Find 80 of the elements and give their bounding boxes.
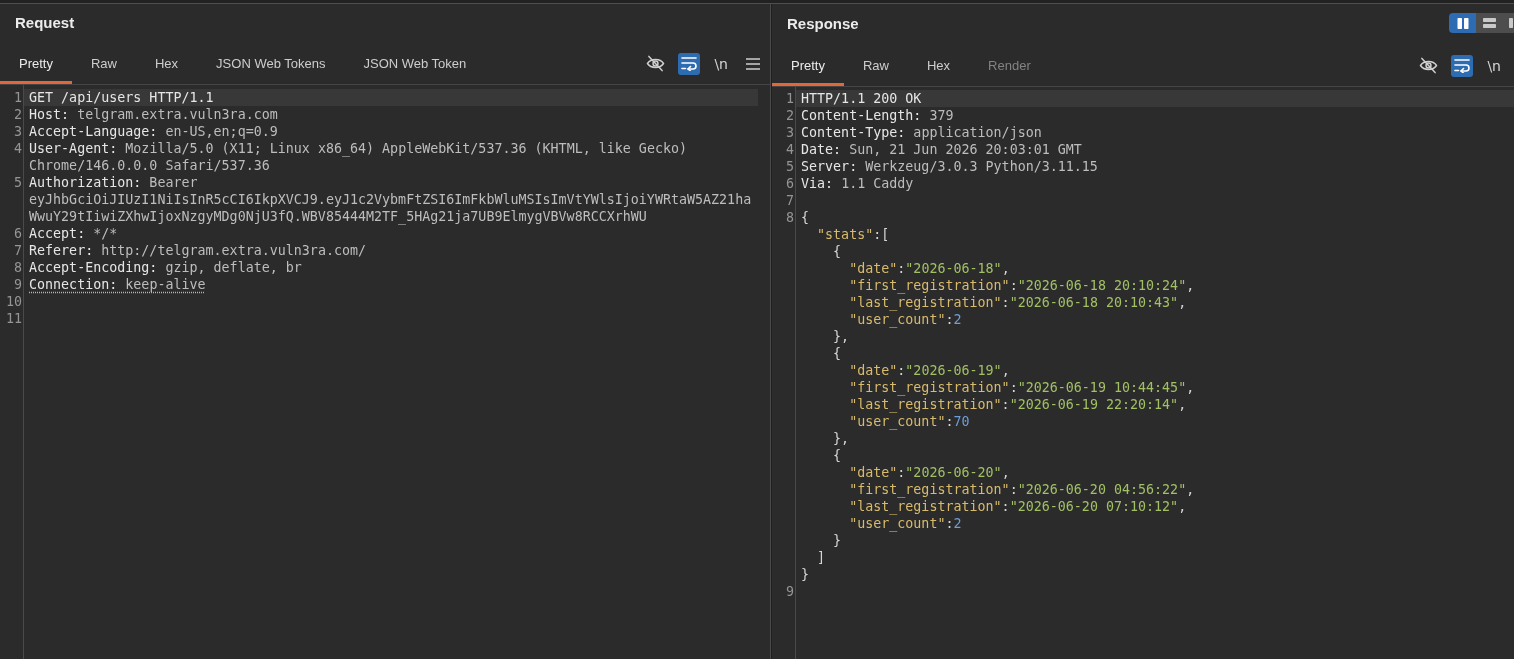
wrap-toggle-button[interactable]: [1451, 54, 1474, 77]
tab[interactable]: JSON Web Token: [344, 40, 486, 84]
json-line: }: [801, 566, 810, 583]
json-line: }: [833, 532, 842, 549]
response-header-line: Date: Sun, 21 Jun 2026 20:03:01 GMT: [800, 141, 1083, 158]
line-number: 6: [13, 225, 23, 242]
request-line: Referer: http://telgram.extra.vuln3ra.com/: [28, 242, 368, 259]
json-line: {: [833, 447, 842, 464]
request-line: Accept: */*: [28, 225, 119, 242]
newline-toggle-button[interactable]: \n: [1485, 54, 1503, 77]
line-number: 9: [13, 276, 23, 293]
eye-slash-icon: [645, 55, 665, 72]
line-number: 8: [13, 259, 23, 276]
json-line: "date":"2026-06-19",: [849, 362, 1010, 379]
line-number: 8: [785, 209, 795, 226]
line-number: 2: [13, 106, 23, 123]
response-header-line: Via: 1.1 Caddy: [800, 175, 915, 192]
request-line: Accept-Encoding: gzip, deflate, br: [28, 259, 303, 276]
json-line: "first_registration":"2026-06-20 04:56:22",: [849, 481, 1195, 498]
request-line: Host: telgram.extra.vuln3ra.com: [28, 106, 279, 123]
line-number: 1: [13, 89, 23, 106]
json-line: {: [833, 243, 842, 260]
json-line: {: [801, 209, 810, 226]
two-rows-icon: [1483, 18, 1496, 28]
newline-toggle-button[interactable]: \n: [712, 52, 730, 75]
line-number: 1: [785, 90, 795, 107]
request-line: Connection: keep-alive: [28, 276, 207, 293]
menu-icon: [746, 57, 760, 70]
json-line: "first_registration":"2026-06-19 10:44:45",: [849, 379, 1195, 396]
tab[interactable]: Hex: [136, 40, 198, 84]
line-number: 10: [5, 293, 23, 310]
line-number: 2: [785, 107, 795, 124]
line-number: 3: [13, 123, 23, 140]
panel-title: Response: [787, 14, 859, 32]
response-header-line: Content-Type: application/json: [800, 124, 1043, 141]
tab[interactable]: Raw: [71, 40, 136, 84]
line-number: 5: [13, 174, 23, 191]
json-line: "last_registration":"2026-06-20 07:10:12",: [849, 498, 1187, 515]
line-number: 5: [785, 158, 795, 175]
json-line: "stats":[: [817, 226, 890, 243]
layout-button[interactable]: [1449, 13, 1476, 33]
line-number: 7: [785, 192, 795, 209]
json-line: "last_registration":"2026-06-18 20:10:43",: [849, 294, 1187, 311]
line-number: 3: [785, 124, 795, 141]
eye-slash-icon: [1418, 57, 1438, 74]
tab[interactable]: Hex: [908, 42, 970, 86]
line-number: 7: [13, 242, 23, 259]
wrap-lines-icon: [681, 56, 698, 71]
response-header-line: Server: Werkzeug/3.0.3 Python/3.11.15: [800, 158, 1099, 175]
json-line: "date":"2026-06-18",: [849, 260, 1010, 277]
layout-button[interactable]: [1503, 13, 1514, 33]
tab[interactable]: Pretty: [772, 42, 844, 86]
tab[interactable]: Raw: [843, 42, 908, 86]
two-columns-icon: [1456, 17, 1469, 29]
panel-title: Request: [15, 13, 75, 31]
wrap-lines-icon: [1454, 58, 1471, 73]
line-number: 4: [13, 140, 23, 157]
json-line: {: [833, 345, 842, 362]
json-line: },: [833, 328, 850, 345]
line-number: 11: [5, 310, 23, 327]
panel-edge-icon: [1509, 18, 1513, 28]
json-line: "last_registration":"2026-06-19 22:20:14",: [849, 396, 1187, 413]
json-line: },: [833, 430, 850, 447]
line-number: 6: [785, 175, 795, 192]
json-line: "user_count":2: [849, 515, 962, 532]
json-line: "user_count":70: [849, 413, 970, 430]
tab[interactable]: Pretty: [0, 40, 72, 84]
request-line: Authorization: Bearer eyJhbGciOiJIUzI1NiIsInR5cCI6IkpXVCJ9.eyJ1c2VybmFtZSI6ImFkbWluMSIsImVtYWlsIjoiYWRtaW5AZ21haWwuY29tIiwiZXhwIjoxNzgyMDg0NjU3fQ.WBV85444M2TF_5HAg21ja7UB9ElmygVBVw8RCCXrhWU: [28, 174, 753, 225]
wrap-toggle-button[interactable]: [678, 52, 701, 75]
request-line: Accept-Language: en-US,en;q=0.9: [28, 123, 279, 140]
line-number: 9: [785, 583, 795, 600]
json-line: "first_registration":"2026-06-18 20:10:24",: [849, 277, 1195, 294]
line-number: 4: [785, 141, 795, 158]
json-line: ]: [817, 549, 826, 566]
json-line: "date":"2026-06-20",: [849, 464, 1010, 481]
response-header-line: Content-Length: 379: [800, 107, 955, 124]
json-line: "user_count":2: [849, 311, 962, 328]
tab[interactable]: JSON Web Tokens: [197, 40, 345, 84]
request-line: User-Agent: Mozilla/5.0 (X11; Linux x86_64) AppleWebKit/537.36 (KHTML, like Gecko) Chrome/146.0.0.0 Safari/537.36: [28, 140, 688, 174]
layout-button[interactable]: [1476, 13, 1503, 33]
